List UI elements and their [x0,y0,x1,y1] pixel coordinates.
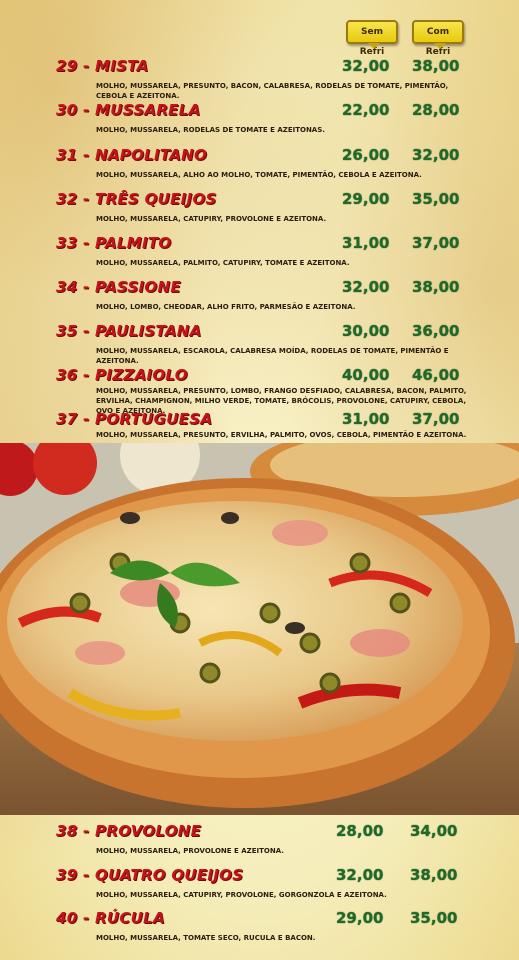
price-column-headers: Sem Refri Com Refri [0,20,519,57]
price-sem-refri: 32,00 [342,278,390,296]
price-com-refri: 38,00 [412,57,460,75]
price-com-refri: 35,00 [410,909,458,927]
price-sem-refri: 31,00 [342,410,390,428]
item-description: MOLHO, MUSSARELA, CATUPIRY, PROVOLONE, G… [96,891,387,899]
price-sem-refri: 30,00 [342,322,390,340]
price-sem-refri: 28,00 [336,822,384,840]
item-name: 40 - RÚCULA [56,909,165,927]
price-com-refri: 37,00 [412,410,460,428]
item-name: 31 - NAPOLITANO [56,146,208,164]
item-name: 39 - QUATRO QUEIJOS [56,866,244,884]
item-description: MOLHO, MUSSARELA, PALMITO, CATUPIRY, TOM… [96,259,350,267]
pizza-illustration [0,443,519,815]
price-sem-refri: 40,00 [342,366,390,384]
item-name: 29 - MISTA [56,57,149,75]
sem-refri-badge: Sem Refri [346,20,398,57]
item-description: MOLHO, MUSSARELA, PRESUNTO, BACON, CALAB… [96,82,449,100]
price-com-refri: 46,00 [412,366,460,384]
price-com-refri: 34,00 [410,822,458,840]
price-com-refri: 32,00 [412,146,460,164]
item-description: MOLHO, MUSSARELA, PRESUNTO, ERVILHA, PAL… [96,431,467,439]
item-name: 33 - PALMITO [56,234,172,252]
item-name: 32 - TRÊS QUEIJOS [56,190,217,208]
item-description: MOLHO, LOMBO, CHEODAR, ALHO FRITO, PARME… [96,303,356,311]
item-name: 34 - PASSIONE [56,278,181,296]
item-description: MOLHO, MUSSARELA, RODELAS DE TOMATE E AZ… [96,126,325,134]
price-sem-refri: 31,00 [342,234,390,252]
price-sem-refri: 22,00 [342,101,390,119]
item-name: 35 - PAULISTANA [56,322,202,340]
item-description: MOLHO, MUSSARELA, TOMATE SECO, RUCULA E … [96,934,316,942]
item-description: MOLHO, MUSSARELA, PROVOLONE E AZEITONA. [96,847,284,855]
price-com-refri: 28,00 [412,101,460,119]
price-com-refri: 38,00 [410,866,458,884]
item-description: MOLHO, MUSSARELA, ESCAROLA, CALABRESA MO… [96,347,449,365]
item-name: 30 - MUSSARELA [56,101,201,119]
price-com-refri: 38,00 [412,278,460,296]
price-sem-refri: 29,00 [342,190,390,208]
item-name: 37 - PORTUGUESA [56,410,213,428]
price-com-refri: 36,00 [412,322,460,340]
item-name: 38 - PROVOLONE [56,822,202,840]
item-description: MOLHO, MUSSARELA, CATUPIRY, PROVOLONE E … [96,215,327,223]
price-sem-refri: 26,00 [342,146,390,164]
price-sem-refri: 29,00 [336,909,384,927]
price-sem-refri: 32,00 [342,57,390,75]
price-com-refri: 37,00 [412,234,460,252]
pizza-photo [0,443,519,815]
com-refri-badge: Com Refri [412,20,464,57]
item-name: 36 - PIZZAIOLO [56,366,188,384]
price-com-refri: 35,00 [412,190,460,208]
item-description: MOLHO, MUSSARELA, ALHO AO MOLHO, TOMATE,… [96,171,422,179]
price-sem-refri: 32,00 [336,866,384,884]
